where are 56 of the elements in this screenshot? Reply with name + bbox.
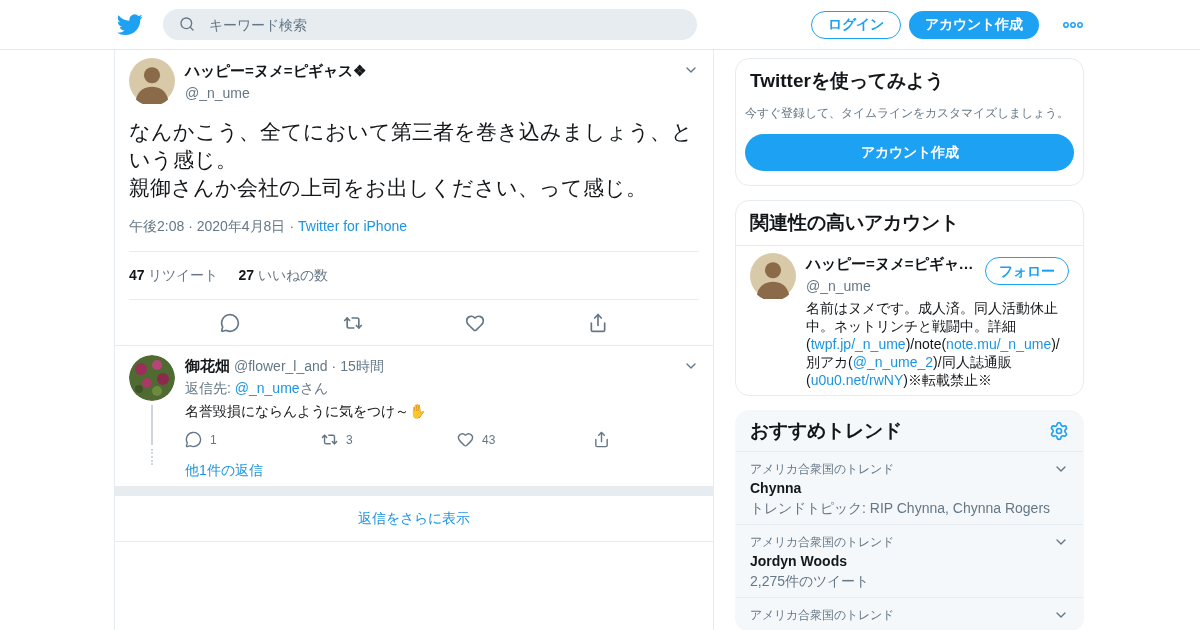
card-title: Twitterを使ってみよう [749, 69, 945, 93]
trend-name: Chynna [750, 479, 803, 498]
avatar-icon[interactable] [750, 253, 796, 299]
card-subtitle: 今すぐ登録して、タイムラインをカスタマイズしましょう。 [745, 104, 1070, 122]
bird-logo-icon[interactable] [117, 13, 143, 36]
search-icon [179, 16, 195, 32]
signup-button[interactable]: アカウント作成 [745, 133, 1074, 171]
mention-link[interactable]: @_n_ume [234, 379, 300, 396]
trend-item[interactable]: アメリカ合衆国のトレンド Chynna トレンドトピック: RIP Chynna, Chynna Rogers [736, 452, 1083, 525]
engagement-stat[interactable]: 47 リツイート [129, 265, 219, 286]
reply-to-line: 返信先: @_n_ume さん [185, 378, 329, 398]
account-bio: 名前はヌメです。成人済。同人活動休止中。ネットリンチと戦闘中。詳細(twpf.jp/_n_ume)/note(note.mu/_n_ume)/別アカ(@_n_ume_2)/同人誌通販(u0u0.net/rwNY)※転載禁止※ [806, 298, 1061, 389]
separator-dot: · [289, 217, 295, 236]
share-icon[interactable] [593, 431, 610, 448]
account-handle[interactable]: @_n_ume [806, 275, 985, 297]
signup-button[interactable]: アカウント作成 [909, 10, 1039, 39]
tweet-timestamp[interactable]: 午後2:08 · 2020年4月8日 [129, 216, 286, 237]
author-handle[interactable]: @_n_ume [185, 82, 673, 104]
card-title: おすすめトレンド [750, 418, 902, 443]
avatar-icon[interactable] [129, 58, 175, 104]
reply-icon[interactable] [185, 431, 202, 448]
reply-text: 名誉毀損にならんように気をつけ～✋ [185, 401, 427, 421]
trend-name: Jordyn Woods [750, 552, 848, 571]
like-icon[interactable] [465, 312, 486, 333]
engagement-stat[interactable]: 27 いいねの数 [238, 265, 328, 286]
bio-link[interactable]: @_n_ume_2 [852, 353, 934, 370]
more-icon[interactable] [1063, 21, 1083, 28]
bio-link[interactable]: twpf.jp/_n_ume [810, 335, 906, 352]
trend-detail: 2,275件のツイート [750, 572, 871, 591]
search-field[interactable]: キーワード検索 [163, 9, 697, 40]
reply-author-name[interactable]: 御花畑 [185, 355, 230, 378]
action-count: 1 [210, 431, 217, 449]
trend-category: アメリカ合衆国のトレンド [750, 607, 894, 624]
reply-age[interactable]: 15時間 [340, 355, 384, 377]
tweet-text: 親御さんか会社の上司をお出しください、って感じ。 [129, 175, 648, 201]
separator-dot: · [331, 356, 337, 376]
account-name[interactable]: ハッピー=ヌメ=ピギャ… [806, 253, 985, 276]
more-replies-link[interactable]: 他1件の返信 [185, 459, 699, 481]
settings-icon[interactable] [1049, 420, 1069, 441]
trend-item[interactable]: アメリカ合衆国のトレンド [736, 598, 1083, 630]
author-name[interactable]: ハッピー=ヌメ=ピギャス❖ [185, 60, 673, 83]
show-more-replies-button[interactable]: 返信をさらに表示 [115, 495, 713, 542]
tweet-text: なんかこう、全てにおいて第三者を巻き込みましょう、という感じ。 [129, 119, 694, 173]
trend-detail: トレンドトピック: RIP Chynna, Chynna Rogers [750, 499, 1052, 518]
reply-icon[interactable] [220, 312, 241, 333]
bio-link[interactable]: u0u0.net/rwNY [810, 371, 904, 388]
reply-author-handle[interactable]: @flower_l_and [234, 355, 328, 377]
like-icon[interactable] [457, 431, 474, 448]
action-count: 43 [482, 431, 496, 449]
bio-link[interactable]: note.mu/_n_ume [946, 335, 1052, 352]
source-link[interactable]: Twitter for iPhone [298, 216, 407, 237]
trend-category: アメリカ合衆国のトレンド [750, 534, 894, 551]
action-count: 3 [346, 431, 353, 449]
card-title: 関連性の高いアカウント [750, 211, 959, 233]
trend-item[interactable]: アメリカ合衆国のトレンド Jordyn Woods 2,275件のツイート [736, 525, 1083, 598]
trend-category: アメリカ合衆国のトレンド [750, 461, 894, 478]
